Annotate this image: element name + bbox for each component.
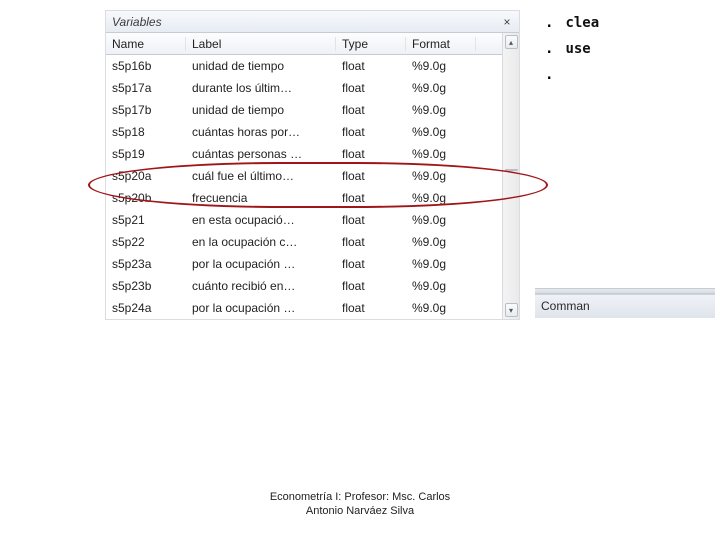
close-icon[interactable]: × (499, 14, 515, 30)
footer-line-2: Antonio Narváez Silva (0, 504, 720, 518)
variables-table: Name Label Type Format s5p16b unidad de … (106, 33, 502, 319)
cell-name: s5p20b (106, 191, 186, 205)
col-label[interactable]: Label (186, 37, 336, 51)
cell-name: s5p24a (106, 301, 186, 315)
table-row[interactable]: s5p24a por la ocupación … float %9.0g (106, 297, 502, 319)
cell-name: s5p20a (106, 169, 186, 183)
cell-type: float (336, 301, 406, 315)
cell-name: s5p23b (106, 279, 186, 293)
cell-name: s5p17b (106, 103, 186, 117)
cell-name: s5p18 (106, 125, 186, 139)
table-row[interactable]: s5p23a por la ocupación … float %9.0g (106, 253, 502, 275)
cell-name: s5p23a (106, 257, 186, 271)
cell-label: unidad de tiempo (186, 103, 336, 117)
cell-name: s5p16b (106, 59, 186, 73)
cell-name: s5p19 (106, 147, 186, 161)
cell-format: %9.0g (406, 103, 476, 117)
history-item[interactable]: clea (545, 10, 715, 36)
table-row[interactable]: s5p23b cuánto recibió en… float %9.0g (106, 275, 502, 297)
cell-type: float (336, 213, 406, 227)
cell-type: float (336, 279, 406, 293)
history-list: clea use (535, 10, 715, 88)
variables-panel: Variables × Name Label Type Format s5p16… (105, 10, 520, 320)
command-bar[interactable]: Comman (535, 294, 715, 318)
right-panel: clea use Comman (535, 10, 715, 318)
cell-label: cuántas personas … (186, 147, 336, 161)
table-row[interactable]: s5p19 cuántas personas … float %9.0g (106, 143, 502, 165)
table-row[interactable]: s5p17a durante los últim… float %9.0g (106, 77, 502, 99)
slide-footer: Econometría I: Profesor: Msc. Carlos Ant… (0, 490, 720, 518)
col-type[interactable]: Type (336, 37, 406, 51)
table-row[interactable]: s5p20a cuál fue el último… float %9.0g (106, 165, 502, 187)
cell-type: float (336, 169, 406, 183)
scroll-thumb[interactable] (505, 169, 518, 171)
scroll-up-icon[interactable]: ▴ (505, 35, 518, 49)
table-row[interactable]: s5p22 en la ocupación c… float %9.0g (106, 231, 502, 253)
cell-label: en esta ocupació… (186, 213, 336, 227)
cell-type: float (336, 235, 406, 249)
cell-format: %9.0g (406, 169, 476, 183)
cell-type: float (336, 191, 406, 205)
table-row[interactable]: s5p16b unidad de tiempo float %9.0g (106, 55, 502, 77)
table-row[interactable]: s5p18 cuántas horas por… float %9.0g (106, 121, 502, 143)
table-row[interactable]: s5p17b unidad de tiempo float %9.0g (106, 99, 502, 121)
cell-type: float (336, 147, 406, 161)
footer-line-1: Econometría I: Profesor: Msc. Carlos (0, 490, 720, 504)
cell-type: float (336, 59, 406, 73)
col-format[interactable]: Format (406, 37, 476, 51)
cell-label: durante los últim… (186, 81, 336, 95)
cell-type: float (336, 81, 406, 95)
cell-format: %9.0g (406, 125, 476, 139)
cell-type: float (336, 125, 406, 139)
cell-type: float (336, 103, 406, 117)
cell-format: %9.0g (406, 59, 476, 73)
cell-name: s5p21 (106, 213, 186, 227)
table-row[interactable]: s5p21 en esta ocupació… float %9.0g (106, 209, 502, 231)
cell-format: %9.0g (406, 147, 476, 161)
cell-label: unidad de tiempo (186, 59, 336, 73)
scroll-track[interactable] (505, 49, 518, 303)
cell-label: cuánto recibió en… (186, 279, 336, 293)
cell-label: por la ocupación … (186, 301, 336, 315)
cell-format: %9.0g (406, 81, 476, 95)
cell-format: %9.0g (406, 191, 476, 205)
history-item[interactable] (545, 62, 715, 88)
cell-format: %9.0g (406, 257, 476, 271)
cell-label: frecuencia (186, 191, 336, 205)
table-row[interactable]: s5p20b frecuencia float %9.0g (106, 187, 502, 209)
command-label: Comman (541, 299, 590, 313)
cell-format: %9.0g (406, 301, 476, 315)
cell-name: s5p22 (106, 235, 186, 249)
cell-type: float (336, 257, 406, 271)
col-name[interactable]: Name (106, 37, 186, 51)
variables-titlebar[interactable]: Variables × (106, 11, 519, 33)
cell-format: %9.0g (406, 213, 476, 227)
cell-format: %9.0g (406, 235, 476, 249)
cell-name: s5p17a (106, 81, 186, 95)
cell-label: cuál fue el último… (186, 169, 336, 183)
cell-label: en la ocupación c… (186, 235, 336, 249)
history-item[interactable]: use (545, 36, 715, 62)
variables-title-text: Variables (112, 15, 162, 29)
cell-label: por la ocupación … (186, 257, 336, 271)
cell-label: cuántas horas por… (186, 125, 336, 139)
variables-header-row[interactable]: Name Label Type Format (106, 33, 502, 55)
scroll-down-icon[interactable]: ▾ (505, 303, 518, 317)
cell-format: %9.0g (406, 279, 476, 293)
variables-scrollbar[interactable]: ▴ ▾ (502, 33, 519, 319)
